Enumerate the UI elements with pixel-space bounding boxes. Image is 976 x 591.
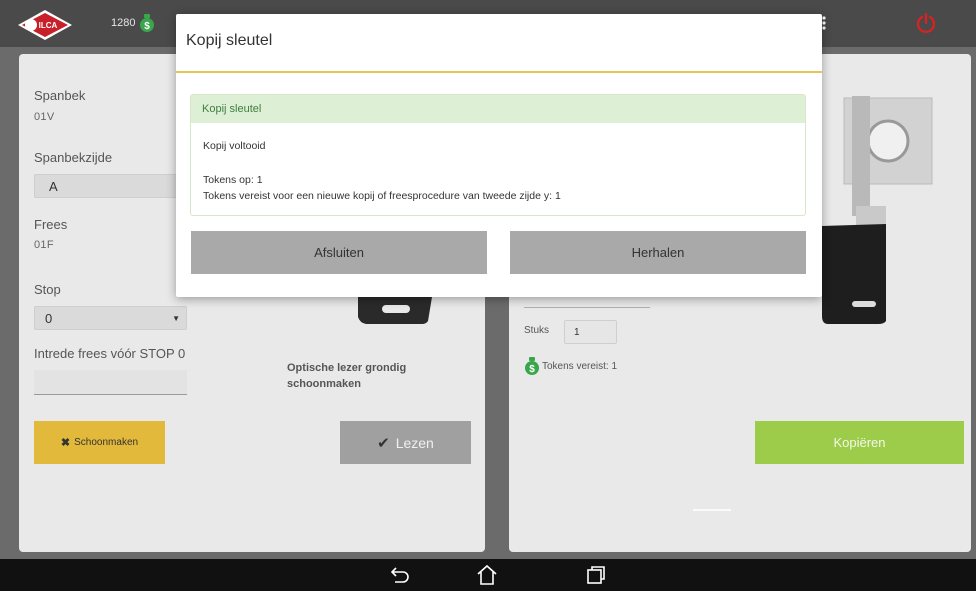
svg-text:$: $ (529, 364, 535, 375)
dialog-divider (176, 71, 822, 73)
spanbekzijde-select[interactable]: A (34, 174, 184, 198)
spanbekzijde-label: Spanbekzijde (34, 150, 113, 165)
checkmark-icon: ✔ (377, 434, 390, 452)
silca-logo: ILCA (18, 10, 72, 40)
overflow-menu-icon[interactable] (822, 15, 826, 31)
message-status: Kopij voltooid (203, 140, 266, 152)
stop-select[interactable]: 0 ▼ (34, 306, 187, 330)
power-icon[interactable] (915, 12, 937, 34)
clean-button-label: Schoonmaken (74, 437, 139, 448)
clean-button[interactable]: ✖ Schoonmaken (34, 421, 165, 464)
progress-indicator (693, 509, 731, 511)
stuks-input[interactable]: 1 (564, 320, 617, 344)
token-balance-value: 1280 (111, 16, 136, 29)
tokens-required: $ Tokens vereist: 1 (524, 357, 617, 375)
frees-value: 01F (34, 239, 54, 251)
stop-label: Stop (34, 282, 61, 297)
stuks-label: Stuks (524, 325, 550, 336)
recent-apps-icon[interactable] (584, 563, 608, 587)
message-header: Kopij sleutel (191, 95, 805, 123)
message-box: Kopij sleutel Kopij voltooid Tokens op: … (190, 94, 806, 216)
close-button-label: Afsluiten (314, 245, 364, 260)
tokens-left: Tokens op: 1 (203, 174, 263, 186)
repeat-button[interactable]: Herhalen (510, 231, 806, 274)
tokens-required-text: Tokens vereist: 1 (542, 360, 618, 372)
dialog-title: Kopij sleutel (186, 32, 273, 49)
key-head-image (358, 297, 432, 324)
home-icon[interactable] (475, 563, 499, 587)
spanbek-value: 01V (34, 111, 55, 123)
token-coin-icon: $ (525, 357, 539, 375)
copy-button[interactable]: Kopiëren (755, 421, 964, 464)
close-x-icon: ✖ (60, 437, 71, 449)
cleaning-hint-line-2: schoonmaken (287, 378, 361, 390)
stuks-value: 1 (574, 327, 580, 338)
token-coin-icon: $ (139, 14, 154, 32)
copy-key-dialog: Kopij sleutel Kopij sleutel Kopij voltoo… (176, 14, 822, 297)
spanbekzijde-value: A (49, 179, 58, 194)
key-image (822, 96, 933, 324)
intrede-input[interactable] (34, 370, 187, 395)
svg-text:ILCA: ILCA (39, 21, 58, 30)
spanbek-label: Spanbek (34, 88, 86, 103)
cleaning-hint-line-1: Optische lezer grondig (287, 362, 407, 374)
copy-button-label: Kopiëren (833, 435, 886, 450)
frees-label: Frees (34, 217, 68, 232)
cleaning-hint: Optische lezer grondig schoonmaken (287, 360, 406, 392)
close-button[interactable]: Afsluiten (191, 231, 487, 274)
read-button-label: Lezen (395, 434, 434, 451)
read-button[interactable]: ✔ Lezen (340, 421, 471, 464)
back-icon[interactable] (388, 563, 412, 587)
dropdown-arrow-icon: ▼ (172, 314, 180, 323)
repeat-button-label: Herhalen (631, 245, 685, 260)
svg-text:$: $ (144, 21, 150, 32)
token-balance: 1280 $ (111, 14, 155, 32)
stop-value: 0 (45, 311, 53, 326)
tokens-needed: Tokens vereist voor een nieuwe kopij of … (203, 190, 561, 202)
intrede-label: Intrede frees vóór STOP 0 (34, 346, 186, 361)
